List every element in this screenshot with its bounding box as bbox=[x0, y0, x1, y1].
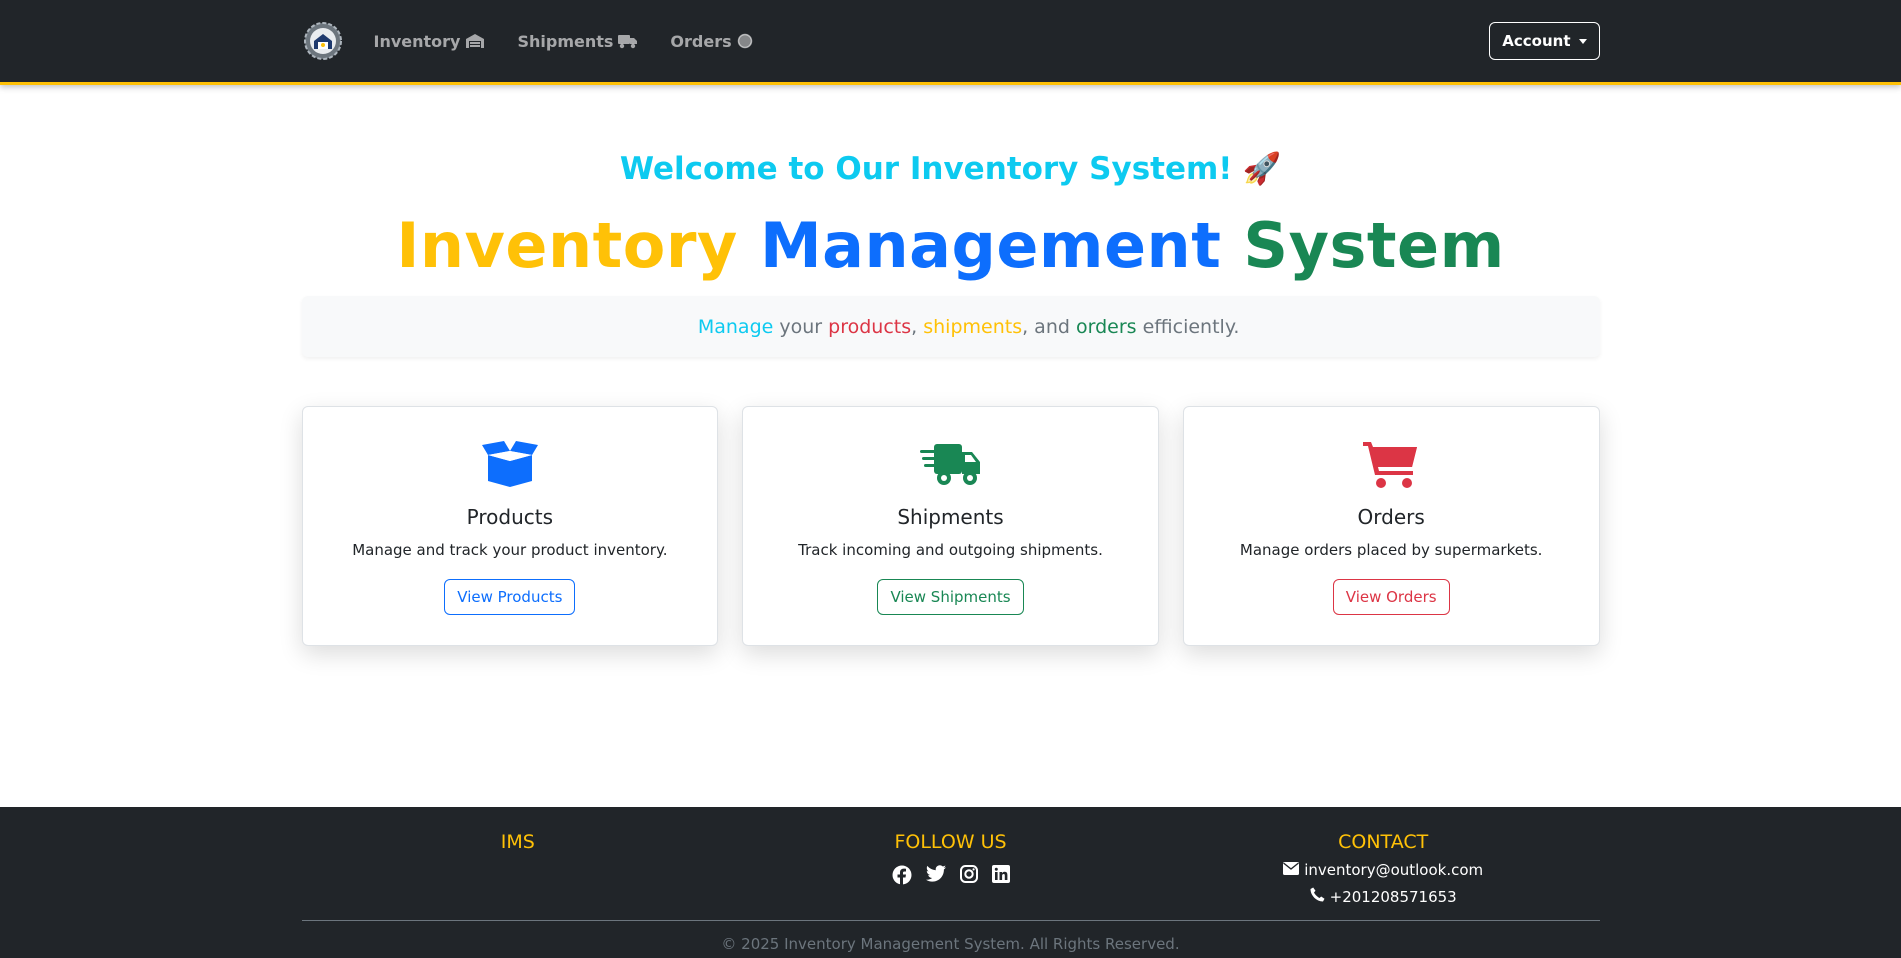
brand-logo-icon[interactable] bbox=[302, 20, 344, 62]
footer-ims-column: IMS bbox=[302, 831, 735, 906]
nav-orders-link[interactable]: Orders bbox=[670, 32, 752, 51]
lead-word-shipments: shipments bbox=[923, 315, 1023, 338]
card-title: Products bbox=[466, 505, 554, 529]
footer-follow-column: FOLLOW US bbox=[734, 831, 1167, 906]
card-text: Manage orders placed by supermarkets. bbox=[1239, 541, 1543, 559]
footer-contact-heading: CONTACT bbox=[1338, 831, 1429, 853]
contact-email-text: inventory@outlook.com bbox=[1304, 861, 1484, 879]
footer-divider bbox=[301, 920, 1600, 921]
nav-shipments-link[interactable]: Shipments bbox=[517, 32, 638, 51]
truck-icon bbox=[618, 33, 638, 49]
truck-fast-icon bbox=[919, 439, 982, 489]
phone-icon bbox=[1310, 887, 1325, 906]
lead-text-4: efficiently. bbox=[1136, 315, 1240, 338]
rocket-icon: 🚀 bbox=[1242, 151, 1282, 187]
warehouse-icon bbox=[465, 33, 485, 49]
account-label: Account bbox=[1502, 32, 1571, 50]
lead-word-manage: Manage bbox=[697, 315, 774, 338]
products-card: Products Manage and track your product i… bbox=[301, 406, 719, 646]
title-word-inventory: Inventory bbox=[396, 209, 738, 282]
lead-text-2: , bbox=[911, 315, 924, 338]
welcome-text: Welcome to Our Inventory System! bbox=[619, 150, 1233, 187]
shipments-card: Shipments Track incoming and outgoing sh… bbox=[742, 406, 1159, 646]
contact-phone-text: +201208571653 bbox=[1329, 887, 1457, 906]
navbar: Inventory Shipments Orders Account bbox=[0, 0, 1901, 85]
footer-contact-column: CONTACT inventory@outlook.com +201208571… bbox=[1167, 831, 1600, 906]
copyright-text: © 2025 Inventory Management System. All … bbox=[721, 935, 1180, 953]
account-dropdown-button[interactable]: Account bbox=[1489, 22, 1600, 60]
feature-cards: Products Manage and track your product i… bbox=[301, 406, 1600, 646]
twitter-icon[interactable] bbox=[925, 865, 946, 885]
view-orders-button[interactable]: View Orders bbox=[1332, 579, 1450, 615]
card-text: Manage and track your product inventory. bbox=[352, 541, 668, 559]
lead-banner: Manage your products, shipments, and ord… bbox=[301, 296, 1600, 357]
social-links bbox=[734, 865, 1167, 885]
instagram-icon[interactable] bbox=[959, 865, 978, 885]
view-products-button[interactable]: View Products bbox=[444, 579, 576, 615]
title-word-management: Management bbox=[759, 209, 1222, 282]
footer-follow-heading: FOLLOW US bbox=[894, 831, 1007, 853]
circle-icon bbox=[737, 33, 753, 49]
page-title: Inventory Management System bbox=[302, 209, 1600, 282]
lead-word-orders: orders bbox=[1075, 315, 1137, 338]
lead-text-3: , and bbox=[1022, 315, 1076, 338]
title-word-system: System bbox=[1243, 209, 1505, 282]
card-title: Orders bbox=[1357, 505, 1425, 529]
facebook-icon[interactable] bbox=[892, 865, 912, 885]
nav-inventory-label: Inventory bbox=[373, 31, 461, 51]
cart-icon bbox=[1363, 439, 1419, 489]
chevron-down-icon bbox=[1578, 38, 1587, 44]
card-title: Shipments bbox=[897, 505, 1004, 529]
nav-orders-label: Orders bbox=[670, 31, 732, 51]
lead-text-1: your bbox=[773, 315, 829, 338]
lead-word-products: products bbox=[828, 315, 912, 338]
footer-ims-heading: IMS bbox=[500, 831, 535, 853]
nav-inventory-link[interactable]: Inventory bbox=[374, 32, 486, 51]
envelope-icon bbox=[1283, 861, 1300, 879]
box-open-icon bbox=[480, 439, 540, 489]
contact-phone[interactable]: +201208571653 bbox=[1167, 887, 1600, 906]
view-shipments-button[interactable]: View Shipments bbox=[877, 579, 1024, 615]
nav-shipments-label: Shipments bbox=[517, 31, 614, 51]
contact-email[interactable]: inventory@outlook.com bbox=[1167, 861, 1600, 879]
footer: IMS FOLLOW US CONTACT inventory@outlook.… bbox=[0, 807, 1901, 958]
linkedin-icon[interactable] bbox=[991, 865, 1010, 885]
welcome-heading: Welcome to Our Inventory System! 🚀 bbox=[302, 150, 1600, 188]
orders-card: Orders Manage orders placed by supermark… bbox=[1182, 406, 1600, 646]
main-content: Welcome to Our Inventory System! 🚀 Inven… bbox=[301, 150, 1600, 646]
card-text: Track incoming and outgoing shipments. bbox=[798, 541, 1103, 559]
